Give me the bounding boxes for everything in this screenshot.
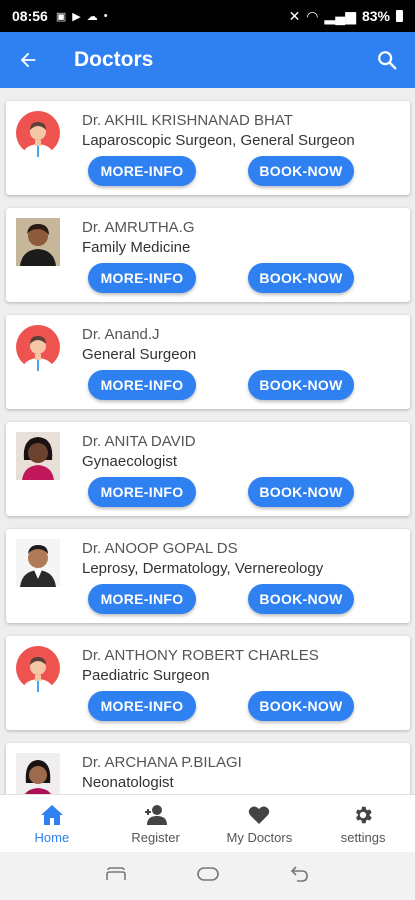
avatar <box>16 539 60 587</box>
book-now-button[interactable]: BOOK-NOW <box>248 156 354 186</box>
battery-percent: 83% <box>361 8 390 24</box>
doctor-avatar-icon <box>16 325 60 373</box>
doctor-card: Dr. ANOOP GOPAL DS Leprosy, Dermatology,… <box>6 529 410 623</box>
avatar <box>16 646 60 694</box>
avatar <box>16 432 60 480</box>
more-info-button[interactable]: MORE-INFO <box>88 263 196 293</box>
doctor-name: Dr. ANTHONY ROBERT CHARLES <box>82 647 319 664</box>
doctor-card: Dr. AMRUTHA.G Family Medicine MORE-INFO … <box>6 208 410 302</box>
gear-icon <box>356 806 372 824</box>
bottom-navigation: Home Register My Doctors settings <box>0 794 415 853</box>
nav-register[interactable]: Register <box>104 795 208 853</box>
mute-icon: ✕ <box>288 7 301 24</box>
doctor-card: Dr. ANITA DAVID Gynaecologist MORE-INFO … <box>6 422 410 516</box>
add-user-icon <box>144 805 167 825</box>
doctor-specialty: Leprosy, Dermatology, Vernereology <box>82 560 324 577</box>
search-icon <box>378 51 397 70</box>
more-info-button[interactable]: MORE-INFO <box>88 477 196 507</box>
more-info-button[interactable]: MORE-INFO <box>88 584 196 614</box>
doctor-specialty: Family Medicine <box>82 239 191 256</box>
back-icon <box>291 865 308 882</box>
doctor-name: Dr. ANITA DAVID <box>82 433 196 450</box>
heart-icon <box>249 806 270 824</box>
status-time: 08:56 <box>12 8 48 24</box>
doctor-name: Dr. Anand.J <box>82 326 160 343</box>
gallery-icon: ▣ <box>55 10 67 23</box>
book-now-button[interactable]: BOOK-NOW <box>248 584 354 614</box>
book-now-button[interactable]: BOOK-NOW <box>248 477 354 507</box>
home-system-button[interactable] <box>196 866 220 887</box>
doctor-avatar-icon <box>16 111 60 159</box>
doctor-specialty: General Surgeon <box>82 346 197 363</box>
doctor-photo <box>16 432 60 480</box>
search-button[interactable] <box>359 32 415 88</box>
recent-apps-icon <box>106 866 126 880</box>
doctor-photo <box>16 218 60 266</box>
doctor-photo <box>16 753 60 794</box>
more-info-button[interactable]: MORE-INFO <box>88 156 196 186</box>
avatar <box>16 325 60 373</box>
nav-my-doctors[interactable]: My Doctors <box>208 795 312 853</box>
page-title: Doctors <box>74 48 154 71</box>
nav-register-label: Register <box>131 830 180 845</box>
doctor-card: Dr. AKHIL KRISHNANAD BHAT Laparoscopic S… <box>6 101 410 195</box>
wifi-icon: ◠ <box>306 7 319 24</box>
nav-my-doctors-label: My Doctors <box>226 830 293 845</box>
arrow-left-icon <box>20 52 36 68</box>
doctor-name: Dr. AKHIL KRISHNANAD BHAT <box>82 112 293 129</box>
home-icon <box>40 805 63 825</box>
book-now-button[interactable]: BOOK-NOW <box>248 691 354 721</box>
nav-home-label: Home <box>34 830 70 845</box>
doctor-specialty: Gynaecologist <box>82 453 178 470</box>
doctor-list[interactable]: Dr. AKHIL KRISHNANAD BHAT Laparoscopic S… <box>0 88 415 794</box>
status-bar: 08:56 ▣ ▶ ☁ • ✕ ◠ ▂▄▆ 83% <box>0 0 415 32</box>
doctor-photo <box>16 539 60 587</box>
doctor-specialty: Laparoscopic Surgeon, General Surgeon <box>82 132 355 149</box>
doctor-card: Dr. Anand.J General Surgeon MORE-INFO BO… <box>6 315 410 409</box>
more-info-button[interactable]: MORE-INFO <box>88 370 196 400</box>
back-system-button[interactable] <box>290 865 310 888</box>
book-now-button[interactable]: BOOK-NOW <box>248 263 354 293</box>
battery-icon <box>396 10 403 22</box>
back-button[interactable] <box>0 32 56 88</box>
more-info-button[interactable]: MORE-INFO <box>88 691 196 721</box>
signal-icon: ▂▄▆ <box>324 7 356 24</box>
avatar <box>16 753 60 794</box>
youtube-icon: ▶ <box>72 10 81 23</box>
app-bar: Doctors <box>0 32 415 88</box>
doctor-avatar-icon <box>16 646 60 694</box>
doctor-card: Dr. ANTHONY ROBERT CHARLES Paediatric Su… <box>6 636 410 730</box>
home-pill-icon <box>197 866 220 881</box>
doctor-specialty: Paediatric Surgeon <box>82 667 210 684</box>
more-notifications-dot: • <box>103 10 108 22</box>
avatar <box>16 111 60 159</box>
nav-settings-label: settings <box>340 830 386 845</box>
notification-icons: ▣ ▶ ☁ • <box>56 10 108 23</box>
doctor-specialty: Neonatologist <box>82 774 174 791</box>
doctor-card: Dr. ARCHANA P.BILAGI Neonatologist <box>6 743 410 794</box>
doctor-name: Dr. AMRUTHA.G <box>82 219 195 236</box>
system-navigation-bar <box>0 852 415 900</box>
book-now-button[interactable]: BOOK-NOW <box>248 370 354 400</box>
recent-apps-button[interactable] <box>105 866 127 887</box>
avatar <box>16 218 60 266</box>
cloud-icon: ☁ <box>86 10 98 23</box>
nav-settings[interactable]: settings <box>311 795 415 853</box>
doctor-name: Dr. ARCHANA P.BILAGI <box>82 754 242 771</box>
nav-home[interactable]: Home <box>0 795 104 853</box>
doctor-name: Dr. ANOOP GOPAL DS <box>82 540 238 557</box>
